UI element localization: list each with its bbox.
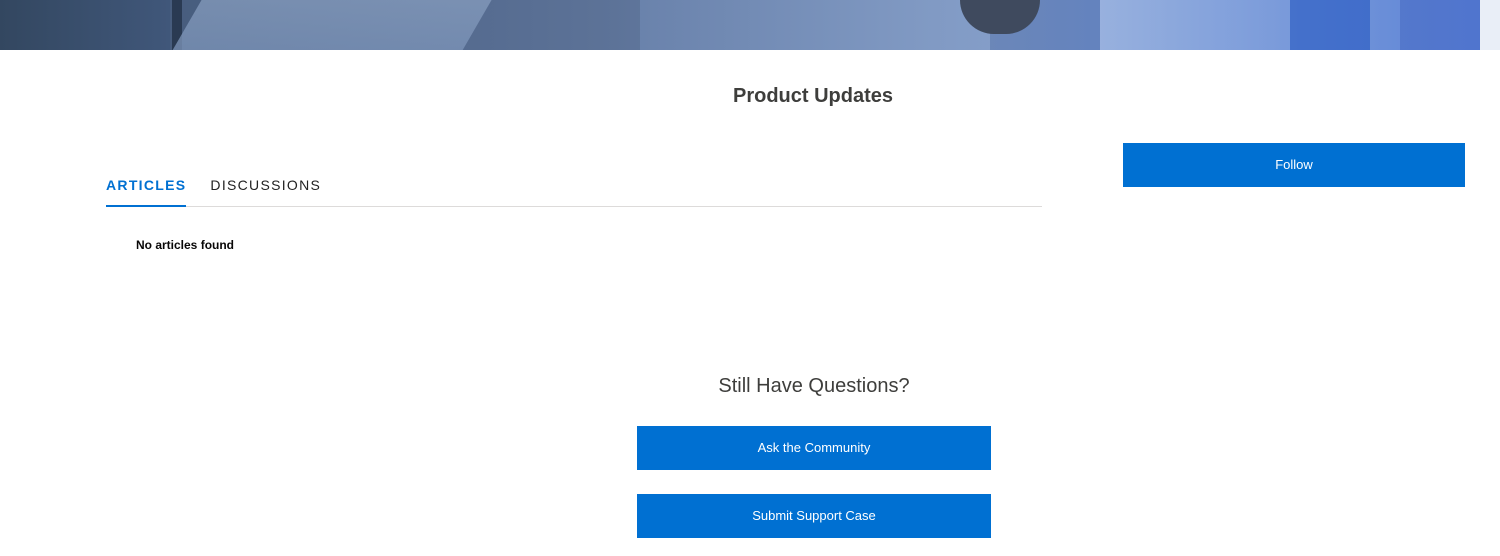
hero-shape: [1480, 0, 1500, 50]
submit-support-case-button[interactable]: Submit Support Case: [637, 494, 991, 538]
content-tabs: ARTICLES DISCUSSIONS: [106, 166, 1042, 207]
page-title: Product Updates: [732, 85, 894, 107]
follow-button[interactable]: Follow: [1123, 143, 1465, 187]
tab-discussions[interactable]: DISCUSSIONS: [210, 166, 321, 207]
still-have-questions-heading: Still Have Questions?: [718, 375, 910, 397]
hero-shape: [0, 0, 170, 50]
no-articles-message: No articles found: [136, 238, 235, 252]
hero-shape: [1290, 0, 1370, 50]
tab-articles[interactable]: ARTICLES: [106, 166, 187, 207]
hero-shape: [640, 0, 990, 50]
hero-shape: [166, 0, 504, 50]
ask-community-button[interactable]: Ask the Community: [637, 426, 991, 470]
page-root: Product Updates ARTICLES DISCUSSIONS No …: [0, 0, 1500, 556]
hero-banner-image: [0, 0, 1500, 50]
